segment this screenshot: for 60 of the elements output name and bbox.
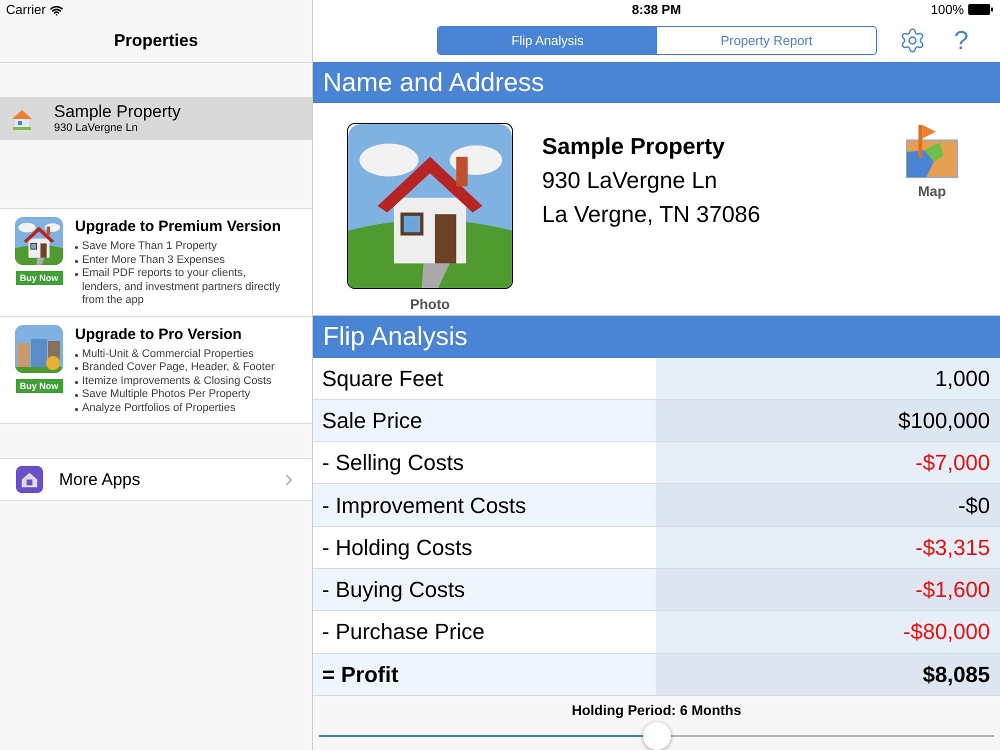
more-apps-item[interactable]: More Apps xyxy=(0,458,312,501)
clock-label: 8:38 PM xyxy=(632,1,682,20)
feature-text: Save Multiple Photos Per Property xyxy=(82,388,250,402)
buy-now-button[interactable]: Buy Now xyxy=(16,378,62,392)
section-header: Name and Address xyxy=(313,62,1000,104)
row-value: $8,085 xyxy=(656,654,1000,695)
row-label: = Profit xyxy=(313,654,656,695)
bullet-icon xyxy=(75,246,78,249)
row-label: - Buying Costs xyxy=(313,569,656,610)
buy-now-button[interactable]: Buy Now xyxy=(16,271,62,285)
feature-text: Email PDF reports to your clients, lenders, and investment partners directly from the app xyxy=(82,267,282,308)
holding-period-label: Holding Period: 6 Months xyxy=(572,700,742,720)
feature-text: Save More Than 1 Property xyxy=(82,240,217,254)
feature-text: Analyze Portfolios of Properties xyxy=(82,402,236,415)
upgrade-title: Upgrade to Pro Version xyxy=(75,324,243,344)
slider[interactable] xyxy=(319,722,994,750)
sidebar-title: Properties xyxy=(114,30,198,52)
section-header: Flip Analysis xyxy=(313,315,1000,358)
property-title: Sample Property xyxy=(542,132,726,162)
slider-thumb[interactable] xyxy=(642,722,670,750)
buildings-icon xyxy=(15,324,63,372)
upgrade-title: Upgrade to Premium Version xyxy=(75,217,282,237)
address-line: 930 LaVergne Ln xyxy=(542,166,718,196)
row-value: -$80,000 xyxy=(656,611,1000,653)
battery-icon xyxy=(968,4,994,16)
feature-text: Branded Cover Page, Header, & Footer xyxy=(82,361,275,374)
help-button[interactable]: ? xyxy=(954,21,968,60)
house-icon xyxy=(15,217,63,265)
row-value: $100,000 xyxy=(656,400,1000,442)
property-item[interactable]: Sample Property 930 LaVergne Ln xyxy=(0,97,312,140)
property-address: 930 LaVergne Ln xyxy=(54,122,139,135)
segment-tab[interactable]: Flip Analysis xyxy=(438,27,657,54)
row-value: -$0 xyxy=(656,484,1000,526)
photo-label: Photo xyxy=(410,295,450,314)
wifi-icon xyxy=(50,4,63,16)
row-value: -$1,600 xyxy=(656,569,1000,610)
bullet-icon xyxy=(75,273,78,276)
more-apps-label: More Apps xyxy=(59,468,142,491)
row-value: -$7,000 xyxy=(656,442,1000,484)
bullet-icon xyxy=(75,354,78,356)
row-value: 1,000 xyxy=(656,358,1000,399)
bullet-icon xyxy=(75,367,78,370)
row-label: Sale Price xyxy=(313,400,656,442)
carrier-label: Carrier xyxy=(6,1,46,20)
feature-text: Enter More Than 3 Expenses xyxy=(82,254,225,267)
feature-text: Itemize Improvements & Closing Costs xyxy=(82,374,272,388)
bullet-icon xyxy=(75,394,78,397)
settings-icon[interactable] xyxy=(899,27,926,54)
row-value: -$3,315 xyxy=(656,526,1000,568)
map-label: Map xyxy=(918,182,946,202)
bullet-icon xyxy=(75,380,78,384)
bullet-icon xyxy=(75,408,78,410)
property-name: Sample Property xyxy=(54,102,181,122)
address-line: La Vergne, TN 37086 xyxy=(542,200,762,230)
bullet-icon xyxy=(75,260,78,262)
row-label: - Improvement Costs xyxy=(313,484,656,526)
battery-label: 100% xyxy=(930,1,964,20)
feature-text: Multi-Unit & Commercial Properties xyxy=(82,348,254,361)
app-icon xyxy=(16,466,43,493)
map-button[interactable]: Map xyxy=(904,123,960,316)
